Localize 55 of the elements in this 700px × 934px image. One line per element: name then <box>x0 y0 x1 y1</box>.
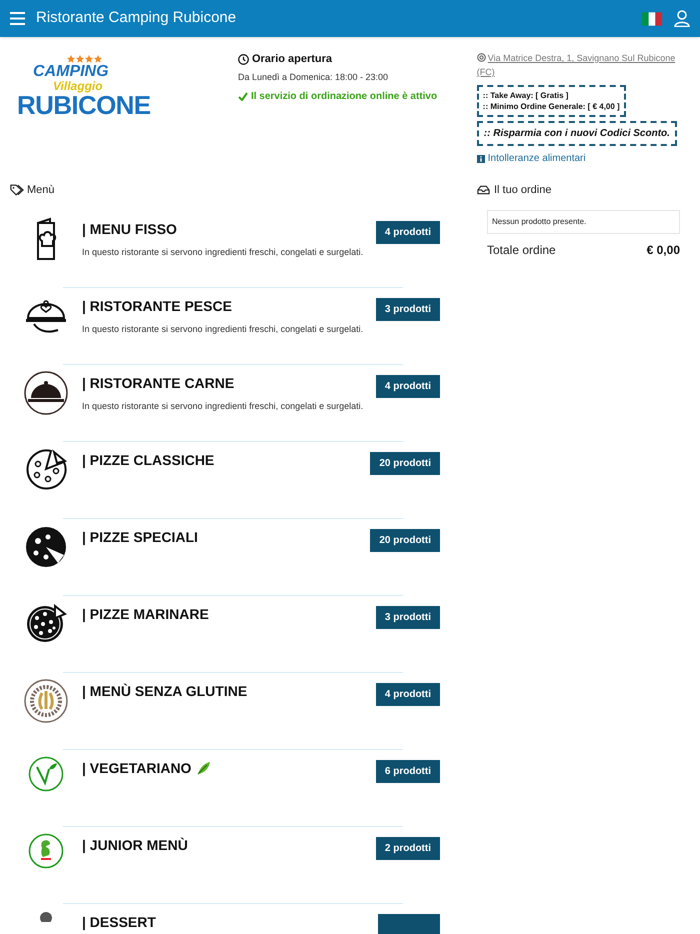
menu-heading: Menù <box>27 183 55 198</box>
category-description: In questo ristorante si servono ingredienti freschi, congelati e surgelati. <box>82 246 364 259</box>
gluten-free-seal-icon <box>24 678 68 722</box>
products-count-button[interactable]: 4 prodotti <box>376 374 440 398</box>
category-title[interactable]: | RISTORANTE CARNE <box>82 372 234 394</box>
category-title[interactable]: | MENÙ SENZA GLUTINE <box>82 680 248 702</box>
category-description: In questo ristorante si servono ingredienti freschi, congelati e surgelati. <box>82 400 364 413</box>
empty-order-message: Nessun prodotto presente. <box>487 210 680 234</box>
category-title[interactable]: | PIZZE SPECIALI <box>82 526 198 548</box>
products-count-button[interactable]: 3 prodotti <box>376 606 440 628</box>
products-count-button[interactable]: 2 prodotti <box>376 836 440 860</box>
check-icon <box>238 92 248 101</box>
products-count-button[interactable]: 20 prodotti <box>370 452 440 474</box>
logo-word: CAMPING <box>33 64 109 80</box>
promo-banner: :: Risparmia con i nuovi Codici Sconto. <box>476 121 677 146</box>
allergens-link[interactable]: Intolleranze alimentari <box>488 151 586 166</box>
products-count-button[interactable]: 3 prodotti <box>376 298 440 320</box>
clock-icon <box>238 54 249 65</box>
products-count-button[interactable] <box>378 914 440 934</box>
address-link[interactable]: Via Matrice Destra, 1, Savignano Sul Rubicone (FC) <box>476 51 686 79</box>
pizza-icon <box>25 448 67 490</box>
hours-text: Da Lunedì a Domenica: 18:00 - 23:00 <box>238 70 390 84</box>
menu-icon[interactable] <box>10 12 25 25</box>
info-icon <box>476 154 485 162</box>
total-label: Totale ordine <box>487 242 556 258</box>
app-title: Ristorante Camping Rubicone <box>36 8 236 28</box>
tag-icon <box>10 184 24 196</box>
cloche-icon <box>24 370 68 414</box>
online-status: Il servizio di ordinazione online è attivo <box>250 90 438 104</box>
total-amount: € 0,00 <box>646 242 680 258</box>
location-icon <box>476 53 486 62</box>
products-count-button[interactable]: 20 prodotti <box>370 528 440 552</box>
pizza-icon <box>24 524 68 568</box>
products-count-button[interactable]: 4 prodotti <box>376 220 440 244</box>
condition-text: :: Take Away: [ Gratis ] <box>482 90 570 101</box>
order-heading: Il tuo ordine <box>494 183 552 198</box>
user-icon[interactable] <box>674 10 690 27</box>
hours-title: Orario apertura <box>252 52 332 67</box>
category-title[interactable]: | JUNIOR MENÙ <box>82 834 188 856</box>
category-title[interactable]: | RISTORANTE PESCE <box>82 296 232 316</box>
condition-text: :: Minimo Ordine Generale: [ € 4,00 ] <box>482 101 620 112</box>
italian-flag-icon[interactable] <box>642 12 662 26</box>
category-title[interactable]: | PIZZE MARINARE <box>82 604 209 624</box>
inbox-icon <box>477 185 490 196</box>
logo-word: Villaggio <box>53 80 103 92</box>
products-count-button[interactable]: 6 prodotti <box>376 760 440 782</box>
category-title[interactable]: | VEGETARIANO <box>82 758 192 778</box>
category-title[interactable]: | MENU FISSO <box>82 218 177 240</box>
vegetarian-v-icon <box>28 756 64 792</box>
logo-word: RUBICONE <box>17 92 150 118</box>
category-title[interactable]: | PIZZE CLASSICHE <box>82 450 214 470</box>
pizza-icon <box>25 602 67 644</box>
category-title[interactable]: | DESSERT <box>82 912 156 932</box>
category-description: In questo ristorante si servono ingredienti freschi, congelati e surgelati. <box>82 322 364 336</box>
products-count-button[interactable]: 4 prodotti <box>376 682 440 706</box>
